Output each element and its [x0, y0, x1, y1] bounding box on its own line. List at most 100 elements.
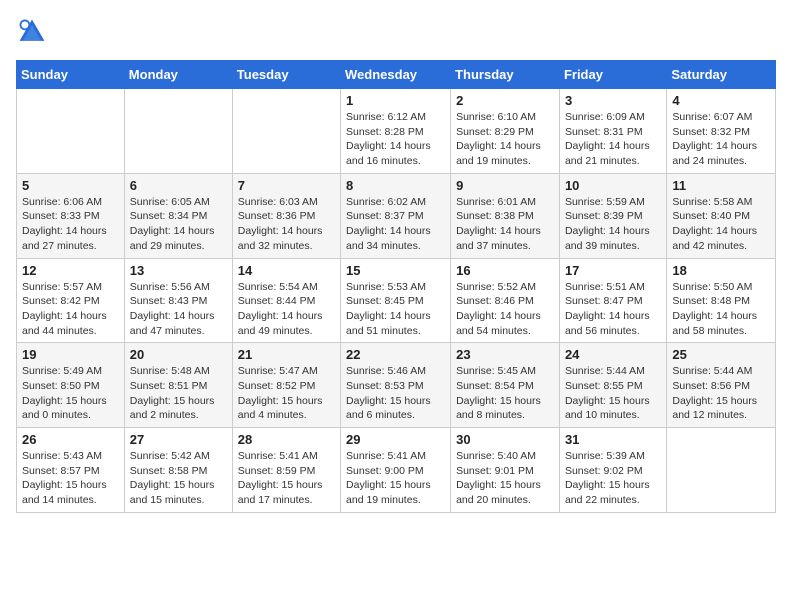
day-of-week-header: Wednesday — [341, 61, 451, 89]
calendar-cell: 20Sunrise: 5:48 AM Sunset: 8:51 PM Dayli… — [124, 343, 232, 428]
calendar-cell: 7 Sunrise: 6:03 AM Sunset: 8:36 PM Daylig… — [232, 173, 340, 258]
calendar-cell: 6Sunrise: 6:05 AM Sunset: 8:34 PM Daylig… — [124, 173, 232, 258]
day-info: Sunrise: 5:43 AM Sunset: 8:57 PM Dayligh… — [22, 449, 119, 508]
day-number: 5 — [22, 178, 119, 193]
day-info: Sunrise: 6:02 AM Sunset: 8:37 PM Dayligh… — [346, 195, 445, 254]
calendar-header-row: SundayMondayTuesdayWednesdayThursdayFrid… — [17, 61, 776, 89]
day-number: 20 — [130, 347, 227, 362]
day-number: 4 — [672, 93, 770, 108]
day-number: 6 — [130, 178, 227, 193]
calendar-cell: 8 Sunrise: 6:02 AM Sunset: 8:37 PM Daylig… — [341, 173, 451, 258]
calendar-cell: 5 Sunrise: 6:06 AM Sunset: 8:33 PM Daylig… — [17, 173, 125, 258]
day-info: Sunrise: 5:40 AM Sunset: 9:01 PM Dayligh… — [456, 449, 554, 508]
day-number: 16 — [456, 263, 554, 278]
calendar-cell: 28Sunrise: 5:41 AM Sunset: 8:59 PM Dayli… — [232, 428, 340, 513]
calendar-cell — [667, 428, 776, 513]
day-number: 13 — [130, 263, 227, 278]
day-info: Sunrise: 5:42 AM Sunset: 8:58 PM Dayligh… — [130, 449, 227, 508]
calendar-cell: 14 Sunrise: 5:54 AM Sunset: 8:44 PM Dayli… — [232, 258, 340, 343]
calendar-cell: 13Sunrise: 5:56 AM Sunset: 8:43 PM Dayli… — [124, 258, 232, 343]
calendar-cell: 15 Sunrise: 5:53 AM Sunset: 8:45 PM Dayli… — [341, 258, 451, 343]
day-of-week-header: Thursday — [451, 61, 560, 89]
day-number: 26 — [22, 432, 119, 447]
day-of-week-header: Friday — [559, 61, 666, 89]
day-info: Sunrise: 5:44 AM Sunset: 8:55 PM Dayligh… — [565, 364, 661, 423]
calendar-week-row: 12Sunrise: 5:57 AM Sunset: 8:42 PM Dayli… — [17, 258, 776, 343]
day-number: 27 — [130, 432, 227, 447]
calendar-cell — [17, 89, 125, 174]
logo-icon — [16, 16, 48, 48]
day-number: 22 — [346, 347, 445, 362]
day-info: Sunrise: 6:07 AM Sunset: 8:32 PM Dayligh… — [672, 110, 770, 169]
calendar-cell: 26 Sunrise: 5:43 AM Sunset: 8:57 PM Dayli… — [17, 428, 125, 513]
calendar-cell: 10Sunrise: 5:59 AM Sunset: 8:39 PM Dayli… — [559, 173, 666, 258]
day-info: Sunrise: 6:03 AM Sunset: 8:36 PM Dayligh… — [238, 195, 335, 254]
day-number: 23 — [456, 347, 554, 362]
calendar-cell: 1 Sunrise: 6:12 AM Sunset: 8:28 PM Daylig… — [341, 89, 451, 174]
calendar-cell: 25Sunrise: 5:44 AM Sunset: 8:56 PM Dayli… — [667, 343, 776, 428]
day-number: 31 — [565, 432, 661, 447]
day-number: 9 — [456, 178, 554, 193]
day-info: Sunrise: 5:49 AM Sunset: 8:50 PM Dayligh… — [22, 364, 119, 423]
day-info: Sunrise: 5:51 AM Sunset: 8:47 PM Dayligh… — [565, 280, 661, 339]
day-number: 1 — [346, 93, 445, 108]
day-info: Sunrise: 5:54 AM Sunset: 8:44 PM Dayligh… — [238, 280, 335, 339]
day-info: Sunrise: 5:39 AM Sunset: 9:02 PM Dayligh… — [565, 449, 661, 508]
calendar-cell: 19Sunrise: 5:49 AM Sunset: 8:50 PM Dayli… — [17, 343, 125, 428]
calendar-week-row: 19Sunrise: 5:49 AM Sunset: 8:50 PM Dayli… — [17, 343, 776, 428]
header — [16, 16, 776, 48]
calendar-cell: 11 Sunrise: 5:58 AM Sunset: 8:40 PM Dayli… — [667, 173, 776, 258]
day-number: 3 — [565, 93, 661, 108]
day-number: 29 — [346, 432, 445, 447]
day-info: Sunrise: 6:12 AM Sunset: 8:28 PM Dayligh… — [346, 110, 445, 169]
day-number: 8 — [346, 178, 445, 193]
calendar-cell: 23 Sunrise: 5:45 AM Sunset: 8:54 PM Dayli… — [451, 343, 560, 428]
calendar-week-row: 1 Sunrise: 6:12 AM Sunset: 8:28 PM Daylig… — [17, 89, 776, 174]
day-number: 30 — [456, 432, 554, 447]
calendar-week-row: 5 Sunrise: 6:06 AM Sunset: 8:33 PM Daylig… — [17, 173, 776, 258]
day-number: 7 — [238, 178, 335, 193]
day-of-week-header: Sunday — [17, 61, 125, 89]
day-of-week-header: Tuesday — [232, 61, 340, 89]
calendar-cell: 27 Sunrise: 5:42 AM Sunset: 8:58 PM Dayli… — [124, 428, 232, 513]
day-info: Sunrise: 6:09 AM Sunset: 8:31 PM Dayligh… — [565, 110, 661, 169]
calendar-cell: 31 Sunrise: 5:39 AM Sunset: 9:02 PM Dayli… — [559, 428, 666, 513]
calendar-cell: 30 Sunrise: 5:40 AM Sunset: 9:01 PM Dayli… — [451, 428, 560, 513]
day-info: Sunrise: 5:50 AM Sunset: 8:48 PM Dayligh… — [672, 280, 770, 339]
day-number: 14 — [238, 263, 335, 278]
day-info: Sunrise: 5:46 AM Sunset: 8:53 PM Dayligh… — [346, 364, 445, 423]
calendar-cell: 3 Sunrise: 6:09 AM Sunset: 8:31 PM Daylig… — [559, 89, 666, 174]
day-info: Sunrise: 5:47 AM Sunset: 8:52 PM Dayligh… — [238, 364, 335, 423]
day-info: Sunrise: 5:58 AM Sunset: 8:40 PM Dayligh… — [672, 195, 770, 254]
calendar-cell: 12Sunrise: 5:57 AM Sunset: 8:42 PM Dayli… — [17, 258, 125, 343]
day-info: Sunrise: 5:53 AM Sunset: 8:45 PM Dayligh… — [346, 280, 445, 339]
calendar-cell: 29 Sunrise: 5:41 AM Sunset: 9:00 PM Dayli… — [341, 428, 451, 513]
day-number: 11 — [672, 178, 770, 193]
calendar-cell: 22 Sunrise: 5:46 AM Sunset: 8:53 PM Dayli… — [341, 343, 451, 428]
calendar-cell — [124, 89, 232, 174]
day-info: Sunrise: 5:41 AM Sunset: 9:00 PM Dayligh… — [346, 449, 445, 508]
day-number: 17 — [565, 263, 661, 278]
calendar-cell — [232, 89, 340, 174]
calendar-cell: 9Sunrise: 6:01 AM Sunset: 8:38 PM Daylig… — [451, 173, 560, 258]
day-number: 10 — [565, 178, 661, 193]
calendar-cell: 21 Sunrise: 5:47 AM Sunset: 8:52 PM Dayli… — [232, 343, 340, 428]
day-number: 2 — [456, 93, 554, 108]
day-of-week-header: Saturday — [667, 61, 776, 89]
day-info: Sunrise: 5:52 AM Sunset: 8:46 PM Dayligh… — [456, 280, 554, 339]
day-number: 15 — [346, 263, 445, 278]
logo — [16, 16, 52, 48]
calendar-week-row: 26 Sunrise: 5:43 AM Sunset: 8:57 PM Dayli… — [17, 428, 776, 513]
day-number: 21 — [238, 347, 335, 362]
calendar-cell: 18Sunrise: 5:50 AM Sunset: 8:48 PM Dayli… — [667, 258, 776, 343]
calendar-cell: 4 Sunrise: 6:07 AM Sunset: 8:32 PM Daylig… — [667, 89, 776, 174]
day-info: Sunrise: 5:45 AM Sunset: 8:54 PM Dayligh… — [456, 364, 554, 423]
day-info: Sunrise: 6:06 AM Sunset: 8:33 PM Dayligh… — [22, 195, 119, 254]
calendar-cell: 17 Sunrise: 5:51 AM Sunset: 8:47 PM Dayli… — [559, 258, 666, 343]
day-info: Sunrise: 6:10 AM Sunset: 8:29 PM Dayligh… — [456, 110, 554, 169]
day-info: Sunrise: 5:41 AM Sunset: 8:59 PM Dayligh… — [238, 449, 335, 508]
day-of-week-header: Monday — [124, 61, 232, 89]
calendar-cell: 16 Sunrise: 5:52 AM Sunset: 8:46 PM Dayli… — [451, 258, 560, 343]
day-info: Sunrise: 5:44 AM Sunset: 8:56 PM Dayligh… — [672, 364, 770, 423]
calendar-cell: 2 Sunrise: 6:10 AM Sunset: 8:29 PM Daylig… — [451, 89, 560, 174]
